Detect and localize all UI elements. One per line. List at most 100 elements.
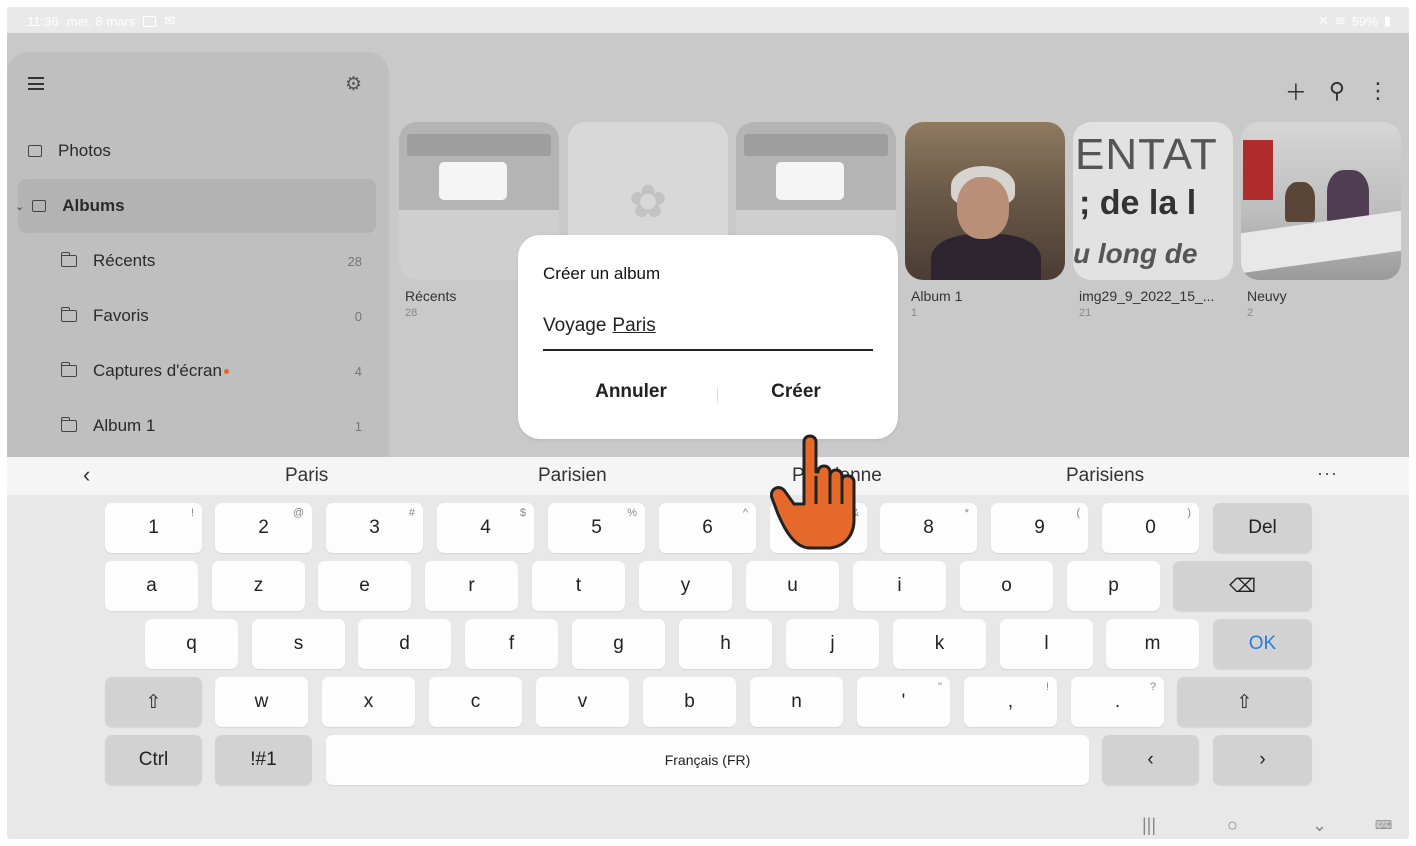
hide-keyboard-icon[interactable]: ⌄ — [1312, 815, 1327, 836]
key-3[interactable]: 3 # — [326, 503, 423, 553]
keyboard-switch-icon[interactable]: ⌨ — [1375, 818, 1392, 832]
key-apostrophe[interactable]: ' " — [857, 677, 950, 727]
key-k[interactable]: k — [893, 619, 986, 669]
key-w[interactable]: w — [215, 677, 308, 727]
add-icon[interactable]: ＋ — [1285, 75, 1307, 107]
key-5[interactable]: 5% — [548, 503, 645, 553]
key-h[interactable]: h — [679, 619, 772, 669]
ctrl-button[interactable]: Ctrl — [105, 735, 202, 785]
more-suggestions-icon[interactable]: ··· — [1317, 463, 1338, 484]
key-8[interactable]: 8 * — [880, 503, 977, 553]
album-name-input[interactable]: Voyage Paris — [543, 315, 873, 351]
key-1[interactable]: 1! — [105, 503, 202, 553]
input-text: Voyage — [543, 315, 607, 336]
key-period[interactable]: .? — [1071, 677, 1164, 727]
keyboard: 1! 2@ 3# 4$ 5% 6^ 7& 8* 9( 0) Del a z e … — [7, 495, 1409, 839]
home-icon[interactable]: ○ — [1227, 815, 1238, 836]
key-d[interactable]: d — [358, 619, 451, 669]
symbols-button[interactable]: !#1 — [215, 735, 312, 785]
key-x[interactable]: x — [322, 677, 415, 727]
key-l[interactable]: l — [1000, 619, 1093, 669]
suggestion-item[interactable]: Paris — [285, 465, 328, 487]
album-card[interactable]: Neuvy 2 — [1241, 122, 1401, 319]
key-j[interactable]: j — [786, 619, 879, 669]
suggestion-item[interactable]: Parisiens — [1066, 465, 1144, 487]
cancel-button[interactable]: Annuler — [551, 381, 711, 403]
status-bar: 11:36 mer. 8 mars ✉ ✕ ≋ 59% ▮ — [7, 7, 1409, 33]
more-options-icon[interactable]: ⋮ — [1367, 78, 1389, 104]
key-g[interactable]: g — [572, 619, 665, 669]
key-6[interactable]: 6 ^ — [659, 503, 756, 553]
key-9[interactable]: 9( — [991, 503, 1088, 553]
thumb-text-line: ENTAT — [1075, 130, 1218, 179]
key-p[interactable]: p — [1067, 561, 1160, 611]
space-bar[interactable]: Français (FR) — [326, 735, 1089, 785]
ok-button[interactable]: OK — [1213, 619, 1312, 669]
album-card[interactable]: Album 1 1 — [905, 122, 1065, 319]
sidebar-item-count: 1 — [354, 418, 362, 434]
shift-left-button[interactable]: ⇧ — [105, 677, 202, 727]
key-s[interactable]: s — [252, 619, 345, 669]
menu-icon[interactable] — [28, 77, 44, 90]
chevron-down-icon[interactable]: ⌄ — [15, 200, 24, 213]
battery-level: 59% — [1351, 13, 1378, 29]
key-secondary: * — [964, 507, 969, 519]
key-label: . — [1114, 691, 1121, 712]
key-r[interactable]: r — [425, 561, 518, 611]
album-card[interactable]: ENTAT ; de la l u long de img29_9_2022_1… — [1073, 122, 1233, 319]
key-a[interactable]: a — [105, 561, 198, 611]
key-label: 1 — [148, 517, 159, 538]
search-icon[interactable]: ⚲ — [1329, 78, 1345, 104]
key-label: 6 — [702, 517, 713, 538]
recent-apps-icon[interactable]: ||| — [1142, 815, 1156, 836]
key-c[interactable]: c — [429, 677, 522, 727]
cursor-right-button[interactable]: › — [1213, 735, 1312, 785]
create-button[interactable]: Créer — [716, 381, 876, 403]
delete-button[interactable]: Del — [1213, 503, 1312, 553]
folder-icon — [61, 252, 77, 267]
backspace-button[interactable]: ⌫ — [1173, 561, 1312, 611]
chevron-left-icon[interactable]: ‹ — [83, 462, 90, 488]
album-thumbnail — [1241, 122, 1401, 280]
key-m[interactable]: m — [1106, 619, 1199, 669]
key-q[interactable]: q — [145, 619, 238, 669]
status-time: 11:36 — [27, 13, 59, 29]
cursor-left-button[interactable]: ‹ — [1102, 735, 1199, 785]
sidebar-item-label: Photos — [58, 141, 111, 160]
key-2[interactable]: 2 @ — [215, 503, 312, 553]
key-u[interactable]: u — [746, 561, 839, 611]
sidebar-item-favoris[interactable]: Favoris 0 — [18, 289, 376, 343]
key-y[interactable]: y — [639, 561, 732, 611]
tablet-screen: 11:36 mer. 8 mars ✉ ✕ ≋ 59% ▮ ⚙ Photos ⌄ — [7, 7, 1409, 839]
key-secondary: ! — [1045, 681, 1049, 693]
suggestion-bar: ‹ Paris Parisien Parisienne Parisiens ··… — [7, 457, 1409, 495]
status-right: ✕ ≋ 59% ▮ — [1318, 13, 1391, 29]
key-4[interactable]: 4 $ — [437, 503, 534, 553]
key-secondary: ! — [190, 507, 194, 519]
key-f[interactable]: f — [465, 619, 558, 669]
sidebar-item-album1[interactable]: Album 1 1 — [18, 399, 376, 453]
key-z[interactable]: z — [212, 561, 305, 611]
key-i[interactable]: i — [853, 561, 946, 611]
key-comma[interactable]: ,! — [964, 677, 1057, 727]
key-e[interactable]: e — [318, 561, 411, 611]
key-o[interactable]: o — [960, 561, 1053, 611]
new-badge-dot — [223, 369, 229, 374]
key-label: ' — [901, 691, 906, 712]
key-t[interactable]: t — [532, 561, 625, 611]
key-b[interactable]: b — [643, 677, 736, 727]
key-0[interactable]: 0) — [1102, 503, 1199, 553]
sidebar-item-photos[interactable]: Photos — [18, 124, 376, 178]
gear-icon[interactable]: ⚙ — [345, 73, 362, 96]
key-secondary: ( — [1076, 507, 1080, 519]
sidebar-item-albums[interactable]: ⌄ Albums — [15, 179, 376, 233]
sidebar-item-recents[interactable]: Récents 28 — [18, 234, 376, 288]
suggestion-item[interactable]: Parisien — [538, 465, 607, 487]
input-composing-text: Paris — [612, 315, 656, 336]
shift-right-button[interactable]: ⇧ — [1177, 677, 1312, 727]
key-n[interactable]: n — [750, 677, 843, 727]
key-label: 2 — [258, 517, 269, 538]
sidebar-item-label: Album 1 — [93, 416, 156, 435]
key-v[interactable]: v — [536, 677, 629, 727]
sidebar-item-captures[interactable]: Captures d'écran 4 — [18, 344, 376, 398]
